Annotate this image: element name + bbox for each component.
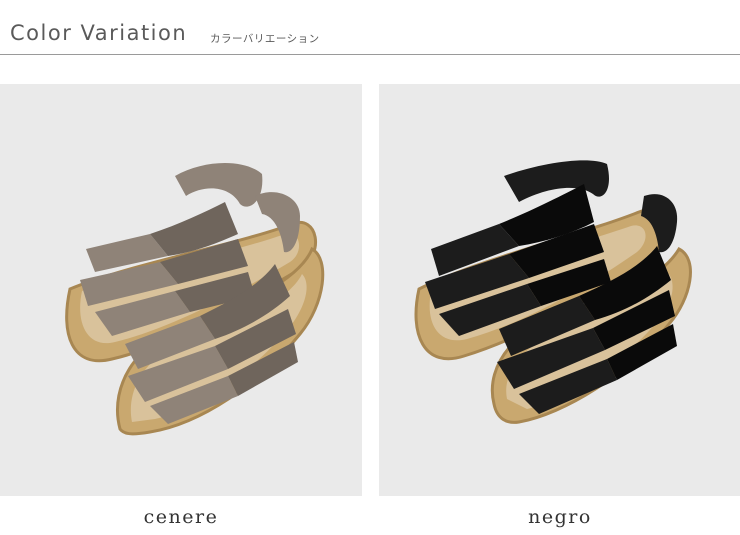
header-divider [0, 54, 740, 55]
variant-label-cenere: cenere [143, 506, 219, 528]
product-photo-cenere[interactable] [0, 84, 362, 496]
section-header: Color Variation カラーバリエーション [0, 0, 740, 56]
sandal-illustration-negro [414, 160, 692, 424]
variant-label-negro: negro [528, 506, 592, 528]
sandal-illustration-cenere [65, 162, 325, 436]
section-subtitle: カラーバリエーション [210, 33, 320, 45]
product-photo-negro[interactable] [379, 84, 740, 496]
section-title: Color Variation [10, 21, 188, 45]
